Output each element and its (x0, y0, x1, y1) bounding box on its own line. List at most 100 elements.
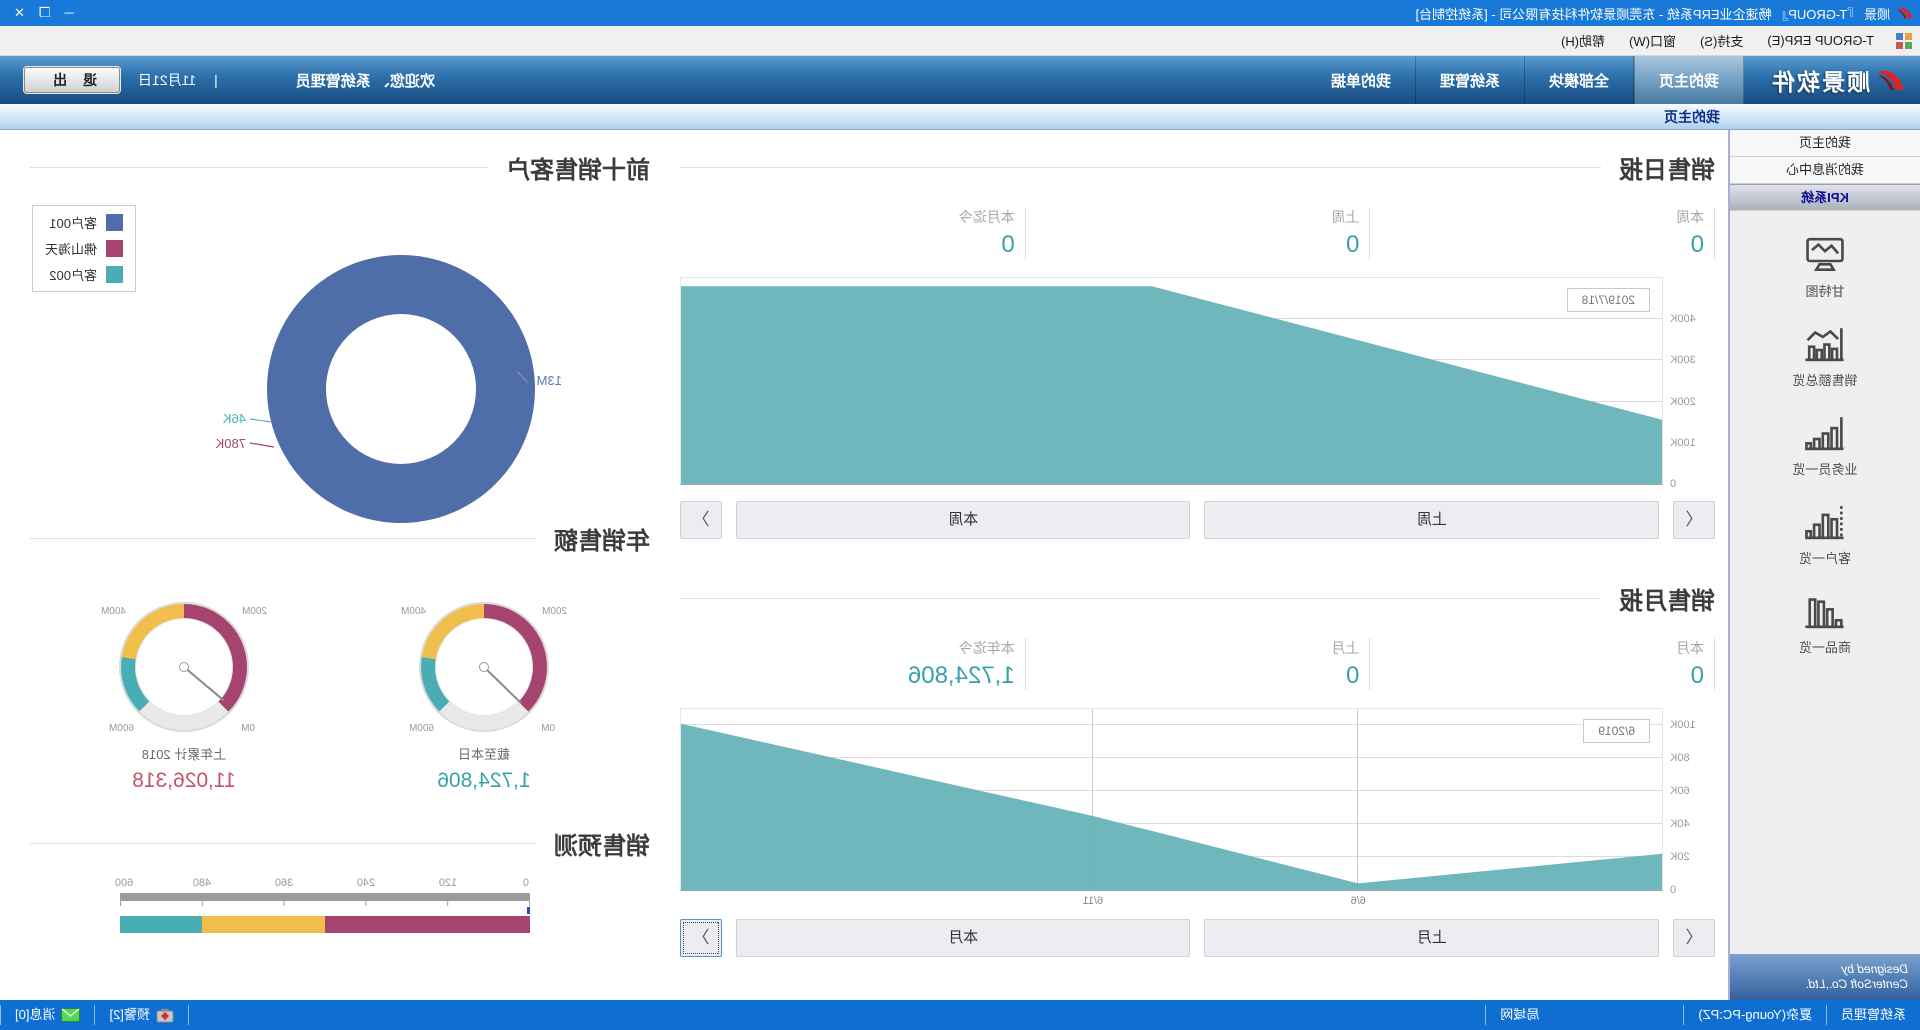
nav-tab-my-home[interactable]: 我的主页 (1634, 56, 1744, 104)
forecast-color-bar (120, 916, 530, 933)
gauge-needle (183, 666, 224, 701)
forecast-ticks: 0 120 240 360 480 600 (120, 877, 530, 893)
pie-legend: 客户001 佛山海天 客户002 (32, 205, 136, 292)
y-axis-tick: 20K (1670, 851, 1714, 863)
daily-next-button[interactable]: 〉 (680, 501, 722, 539)
window-title: 顺景 『T-GROUP』 畅速企业ERP系统 - 东莞顺景软件科技有限公司 - … (74, 4, 1890, 23)
current-date: 11月21日 (138, 70, 196, 90)
gauge-hub (479, 662, 489, 672)
this-month-button[interactable]: 本月 (736, 919, 1191, 957)
slice-label-780k: 780K (216, 436, 246, 451)
app-grid-icon (1896, 33, 1912, 49)
gantt-chart-icon (1803, 237, 1847, 273)
x-axis-label: 6/6 (1351, 895, 1366, 907)
shortcut-salesperson-list[interactable]: 业务员一览 (1793, 415, 1858, 478)
gauge-last-year[interactable]: 0M 200M 400M 600M 上年累计 2018 11,026,318 (121, 604, 247, 793)
menu-item-help[interactable]: 帮助(H) (1549, 27, 1617, 54)
shortcut-sales-total[interactable]: 销售额总览 (1793, 326, 1858, 389)
menu-item-erp[interactable]: T-GROUP ERP(E) (1755, 29, 1886, 52)
last-week-button[interactable]: 上周 (1205, 501, 1660, 539)
last-month-button[interactable]: 上月 (1205, 919, 1660, 957)
daily-sales-area-chart[interactable]: 2019/7/18 0100K200K300K400K (680, 277, 1663, 485)
erp-window: 顺景 『T-GROUP』 畅速企业ERP系统 - 东莞顺景软件科技有限公司 - … (0, 0, 1920, 1030)
sales-total-icon (1803, 326, 1847, 362)
date-separator: | (214, 72, 218, 88)
shortcut-gantt-chart[interactable]: 甘特图 (1803, 237, 1847, 300)
daily-report-title: 销售日报 (680, 150, 1715, 185)
annual-gauges: 0M 200M 400M 600M 截至本日 1,724,806 0M 200M… (30, 556, 650, 796)
y-axis-tick: 400K (1670, 313, 1714, 325)
breadcrumb[interactable]: 我的主页 (1664, 107, 1720, 127)
daily-stats: 本周 0 上周 0 本月迄今 0 (680, 207, 1715, 259)
exit-button[interactable]: 退 出 (24, 67, 120, 93)
x-axis-label: 6/11 (1083, 895, 1104, 907)
legend-item-foshan-haitian[interactable]: 佛山海天 (45, 239, 123, 258)
chart-month-label: 6/2019 (1583, 719, 1650, 743)
overview-column: 前十销售客户 客户001 佛山海天 客户002 (30, 150, 650, 933)
designed-by-banner: Designed by CenterSoft Co.,Ltd. (1730, 954, 1920, 1000)
stat-last-month: 上月 0 (1026, 638, 1371, 690)
forecast-title: 销售预测 (30, 826, 650, 861)
page-tab-strip: 我的主页 (0, 104, 1920, 130)
alert-kit-icon (156, 1008, 174, 1023)
gauge-ring: 0M 200M 400M 600M (121, 604, 247, 730)
forecast-gauge[interactable]: 0 120 240 360 480 600 (120, 877, 530, 933)
sidebar-item-kpi-system[interactable]: KPI系统 (1730, 184, 1920, 211)
brand-logo: 顺景软件 (1744, 56, 1920, 104)
this-week-button[interactable]: 本周 (736, 501, 1191, 539)
top-customers-chart[interactable]: 客户001 佛山海天 客户002 1 (30, 185, 650, 515)
monthly-x-axis: 6/6 6/11 (680, 891, 1663, 911)
status-operator: 夏杂(Young-PC:PZ) (1683, 1005, 1826, 1025)
y-axis-tick: 0 (1670, 478, 1714, 490)
stat-this-week: 本周 0 (1370, 207, 1715, 259)
annual-sales-title: 年销售额 (30, 521, 650, 556)
monthly-prev-button[interactable]: 〈 (1673, 919, 1715, 957)
maximize-button[interactable]: ❐ (39, 5, 51, 21)
area-series (681, 278, 1662, 484)
legend-item-customer001[interactable]: 客户001 (45, 213, 123, 232)
menu-item-window[interactable]: 窗口(W) (1617, 27, 1688, 54)
legend-swatch (106, 240, 123, 257)
gauge-to-date[interactable]: 0M 200M 400M 600M 截至本日 1,724,806 (421, 604, 547, 793)
stat-month-to-date: 本月迄今 0 (681, 207, 1026, 259)
status-alerts[interactable]: 预警[2] (94, 1005, 188, 1025)
forecast-value-marker (527, 907, 530, 914)
title-bar: 顺景 『T-GROUP』 畅速企业ERP系统 - 东莞顺景软件科技有限公司 - … (0, 0, 1920, 26)
daily-prev-button[interactable]: 〈 (1673, 501, 1715, 539)
stat-last-week: 上周 0 (1026, 207, 1371, 259)
sidebar-item-my-home[interactable]: 我的主页 (1730, 130, 1920, 157)
gauge-needle (483, 666, 522, 704)
y-axis-tick: 80K (1670, 752, 1714, 764)
monthly-next-button[interactable]: 〉 (680, 919, 722, 957)
welcome-text: 欢迎您、 系统管理员 (296, 70, 435, 91)
close-button[interactable]: ✕ (14, 5, 25, 21)
shortcut-customer-list[interactable]: 客户一览 (1799, 504, 1851, 567)
shortcut-product-list[interactable]: 商品一览 (1799, 593, 1851, 656)
product-list-icon (1803, 593, 1847, 629)
forecast-segment (202, 916, 325, 933)
sidebar: 我的主页 我的消息中心 KPI系统 甘特图 (1728, 130, 1920, 1000)
sidebar-shortcuts: 甘特图 销售额总览 (1730, 211, 1920, 954)
menu-item-support[interactable]: 支持(S) (1688, 27, 1755, 54)
shortcut-label: 商品一览 (1799, 637, 1851, 656)
shortcut-label: 客户一览 (1799, 548, 1851, 567)
message-envelope-icon (61, 1008, 80, 1022)
nav-bar: 顺景软件 我的主页 全部模块 系统管理 我的单据 欢迎您、 系统管理员 | 11… (0, 56, 1920, 104)
forecast-segment (120, 916, 202, 933)
nav-tab-system-admin[interactable]: 系统管理 (1416, 56, 1525, 104)
y-axis-tick: 200K (1670, 396, 1714, 408)
minimize-button[interactable]: ─ (65, 5, 74, 21)
brand-name: 顺景软件 (1770, 63, 1870, 97)
monthly-sales-area-chart[interactable]: 6/2019 020K40K60K80K100K (680, 708, 1663, 891)
shortcut-label: 甘特图 (1806, 281, 1845, 300)
legend-item-customer002[interactable]: 客户002 (45, 265, 123, 284)
dashboard-content: 销售日报 本周 0 上周 0 本月迄今 0 2019/7/18 (0, 130, 1728, 1000)
sidebar-item-message-center[interactable]: 我的消息中心 (1730, 157, 1920, 184)
status-bar: 系统管理员 夏杂(Young-PC:PZ) 局域网 预警[2] 消息[0] (0, 1000, 1920, 1030)
nav-tab-my-documents[interactable]: 我的单据 (1307, 56, 1416, 104)
y-axis-tick: 40K (1670, 818, 1714, 830)
nav-tab-all-modules[interactable]: 全部模块 (1525, 56, 1634, 104)
slice-label-13m: 13M (537, 373, 562, 388)
status-messages[interactable]: 消息[0] (0, 1005, 94, 1025)
forecast-track (120, 893, 530, 901)
